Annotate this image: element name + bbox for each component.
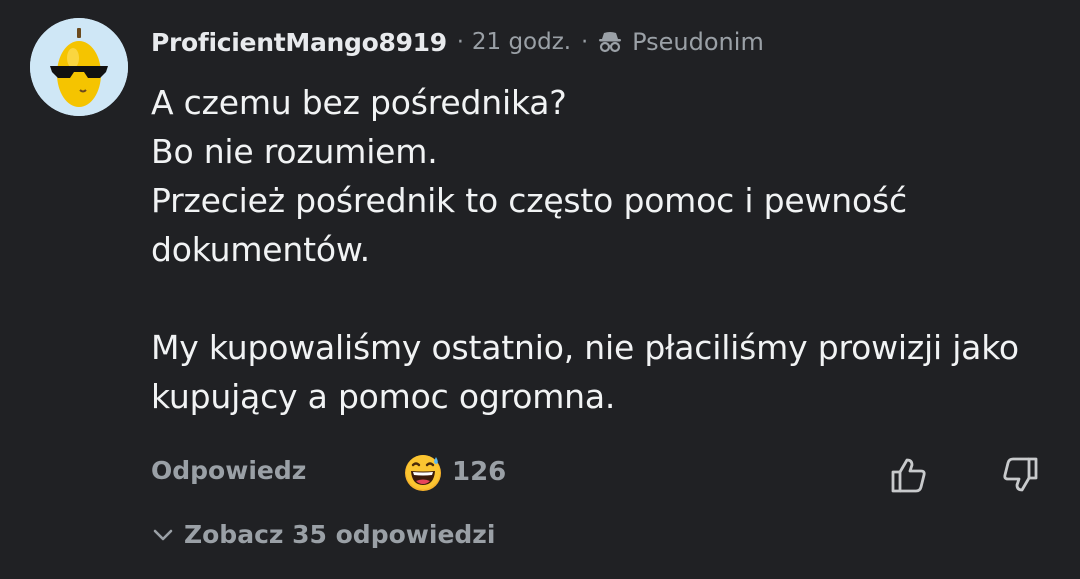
comment-line: Bo nie rozumiem. bbox=[151, 132, 438, 171]
view-replies-button[interactable]: Zobacz 35 odpowiedzi bbox=[150, 520, 495, 549]
thumbs-up-icon bbox=[891, 458, 926, 493]
pseudonym-badge: Pseudonim bbox=[632, 28, 764, 56]
grinning-sweat-emoji-icon bbox=[405, 455, 441, 491]
comment-line-blank bbox=[151, 274, 1061, 323]
comment-meta: ProficientMango8919 · 21 godz. · Pseudon… bbox=[151, 24, 764, 60]
incognito-icon bbox=[596, 28, 624, 56]
comment-actions: Odpowiedz 126 bbox=[151, 449, 1046, 499]
chevron-down-icon bbox=[153, 529, 173, 540]
avatar[interactable] bbox=[30, 18, 128, 116]
mango-avatar-icon bbox=[30, 18, 128, 116]
author-name[interactable]: ProficientMango8919 bbox=[151, 28, 447, 57]
comment-body: A czemu bez pośrednika? Bo nie rozumiem.… bbox=[151, 78, 1061, 421]
reaction-button[interactable]: 126 bbox=[402, 451, 506, 493]
comment: ProficientMango8919 · 21 godz. · Pseudon… bbox=[0, 0, 1080, 579]
upvote-button[interactable] bbox=[888, 454, 930, 496]
reply-button[interactable]: Odpowiedz bbox=[151, 456, 306, 485]
thumbs-down-icon bbox=[1003, 457, 1038, 492]
comment-line: Przecież pośrednik to często pomoc i pew… bbox=[151, 181, 907, 269]
comment-line: My kupowaliśmy ostatnio, nie płaciliśmy … bbox=[151, 328, 1019, 416]
view-replies-label: Zobacz 35 odpowiedzi bbox=[184, 520, 496, 549]
timestamp: 21 godz. bbox=[471, 29, 572, 55]
separator: · bbox=[456, 29, 464, 55]
separator: · bbox=[581, 29, 589, 55]
reaction-count: 126 bbox=[452, 457, 507, 487]
comment-line: A czemu bez pośrednika? bbox=[151, 83, 567, 122]
downvote-button[interactable] bbox=[999, 454, 1041, 496]
